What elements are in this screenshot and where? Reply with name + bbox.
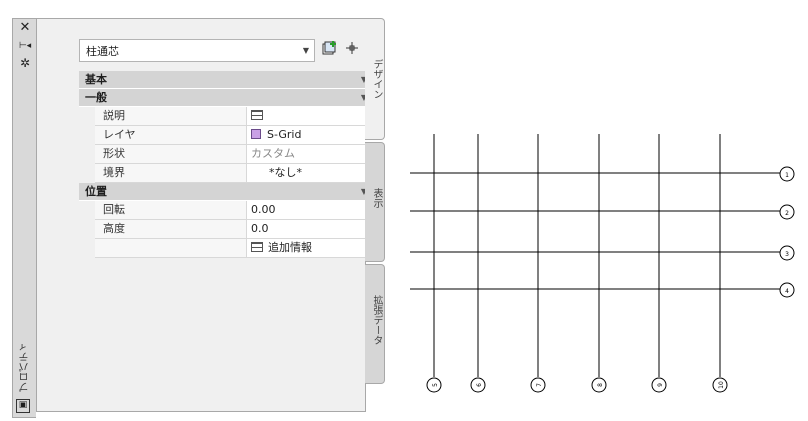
grid-label[interactable]: 7 [536,383,543,387]
grid-label[interactable]: 6 [476,383,483,387]
layer-color-swatch [251,129,261,139]
property-row-layer[interactable]: レイヤ S-Grid [95,126,375,145]
property-value: カスタム [251,147,295,160]
chevron-down-icon: ▼ [302,46,309,55]
property-value[interactable]: S-Grid [247,126,375,144]
grid-label[interactable]: 8 [597,383,604,387]
grid-label[interactable]: 3 [785,251,789,258]
tab-label: 表示 [371,188,382,208]
property-key [95,239,247,257]
property-value[interactable]: 0.00 [247,201,375,219]
properties-panel: 柱通芯 ▼ 基本 ▼ 一般 ▼ 説明 レイヤ S-Grid 形状 カスタム 境界… [36,18,381,412]
grid-label[interactable]: 2 [785,210,789,217]
grid-label[interactable]: 5 [432,383,439,387]
category-location[interactable]: 位置 ▼ [79,183,375,201]
property-key: 高度 [95,220,247,238]
palette-titlebar[interactable]: ✕ ⊢◂ ✲ プロパティ ▣ [12,18,36,418]
table-icon [251,242,263,252]
close-icon[interactable]: ✕ [17,21,33,35]
tab-design[interactable]: デザイン [365,18,385,140]
property-key: 回転 [95,201,247,219]
tab-extended-data[interactable]: 拡張データ [365,264,385,384]
property-key: 説明 [95,107,247,125]
tab-label: デザイン [371,59,382,99]
column-grid-drawing[interactable]: 1 2 3 4 5 6 7 8 9 10 [400,120,808,421]
palette-title: プロパティ [20,342,31,392]
property-key: レイヤ [95,126,247,144]
tab-display[interactable]: 表示 [365,142,385,262]
properties-palette: ✕ ⊢◂ ✲ プロパティ ▣ 柱通芯 ▼ 基本 ▼ 一般 ▼ 説明 レイヤ S-… [12,12,385,418]
property-grid: 基本 ▼ 一般 ▼ 説明 レイヤ S-Grid 形状 カスタム 境界 *なし* [79,71,375,258]
auto-hide-icon[interactable]: ⊢◂ [17,39,33,53]
palette-menu-icon[interactable]: ▣ [16,399,30,413]
grid-label[interactable]: 9 [657,383,664,387]
category-label: 位置 [85,185,107,198]
property-row-description[interactable]: 説明 [95,107,375,126]
grid-label[interactable]: 10 [718,381,725,389]
category-label: 一般 [85,91,107,104]
grid-label[interactable]: 4 [785,288,789,295]
category-basic[interactable]: 基本 ▼ [79,71,375,89]
additional-info-button[interactable]: 追加情報 [247,239,375,257]
property-row-rotation[interactable]: 回転 0.00 [95,201,375,220]
property-value[interactable] [247,107,375,125]
category-general[interactable]: 一般 ▼ [79,89,375,107]
properties-icon[interactable]: ✲ [17,56,33,70]
style-dropdown-value: 柱通芯 [86,45,119,58]
property-row-elevation[interactable]: 高度 0.0 [95,220,375,239]
property-value[interactable]: *なし* [247,164,375,182]
property-value[interactable]: 0.0 [247,220,375,238]
quick-select-icon[interactable] [342,40,362,60]
description-edit-icon[interactable] [251,110,263,120]
grid-label[interactable]: 1 [785,172,789,179]
category-label: 基本 [85,73,107,86]
property-key: 形状 [95,145,247,163]
tab-label: 拡張データ [371,295,382,345]
property-row-boundary[interactable]: 境界 *なし* [95,164,375,183]
property-row-additional-info[interactable]: 追加情報 [95,239,375,258]
style-dropdown[interactable]: 柱通芯 ▼ [79,39,315,62]
property-row-shape[interactable]: 形状 カスタム [95,145,375,164]
property-key: 境界 [95,164,247,182]
add-selected-icon[interactable] [320,40,340,60]
